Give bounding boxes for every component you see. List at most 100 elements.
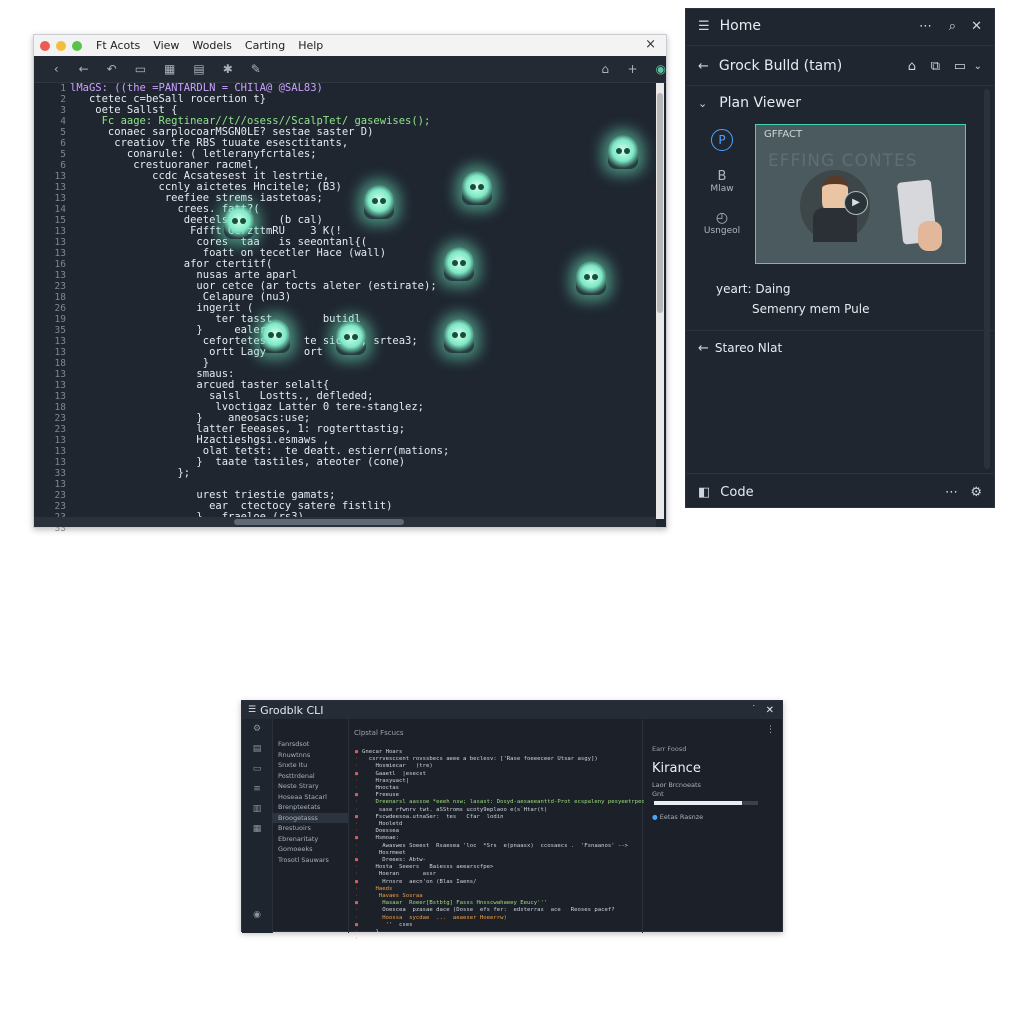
chart-icon[interactable]: ▥ (242, 799, 272, 819)
details-sub: Gnt (652, 790, 664, 798)
sidebar-item[interactable]: Rnuwtnns (272, 750, 348, 761)
back-arrow-icon[interactable]: ← (698, 341, 709, 356)
pen-icon[interactable]: ✎ (251, 62, 261, 76)
home-icon[interactable]: ⌂ (908, 59, 916, 74)
menu-icon[interactable]: ☰ (248, 705, 256, 715)
hand-illustration (918, 221, 942, 251)
grid-icon[interactable]: ▦ (164, 62, 175, 76)
sidebar-item[interactable]: Neste Strary (272, 781, 348, 792)
cli-code-line: Dreees: Abtw- (362, 857, 426, 864)
glow-sprite (260, 319, 290, 353)
sidebar-item[interactable]: Posttrdenal (272, 771, 348, 782)
cli-code-view[interactable]: Gnecar Hoars csrrvesccent rovssbecs aeee… (362, 749, 644, 936)
line-number: 13 (54, 391, 66, 402)
sidebar-item[interactable]: Fanrsdsot (272, 739, 348, 750)
details-link[interactable]: ● Eetas Rasnze (652, 813, 703, 821)
close-dot[interactable] (40, 40, 50, 51)
panel-scrollbar[interactable] (984, 89, 990, 469)
cli-code-line: } (362, 929, 379, 936)
chevron-left-icon[interactable]: ‹ (52, 62, 61, 76)
maximize-dot[interactable] (72, 40, 82, 51)
clock-icon[interactable]: ◴ (702, 210, 742, 226)
play-icon[interactable]: ▶ (844, 191, 868, 215)
line-number: 13 (54, 270, 66, 281)
sidebar-item[interactable]: Snxte Itu (272, 760, 348, 771)
grid-icon[interactable]: ▦ (242, 819, 272, 839)
globe-icon[interactable]: ◉ (656, 62, 666, 76)
bookmark-icon[interactable]: B (702, 169, 742, 184)
cli-title: Grodblk CLI (260, 703, 324, 717)
folder-icon[interactable]: ▭ (954, 59, 966, 74)
p-icon[interactable]: P (711, 129, 733, 151)
section-header[interactable]: ⌄ Plan Viewer (686, 92, 994, 114)
ellipsis-icon[interactable]: ⋯ (919, 19, 932, 34)
cli-line-number: · (354, 763, 358, 770)
side-label: Mlaw (710, 184, 734, 194)
code-panel-icon[interactable]: ◧ (698, 485, 710, 500)
close-icon[interactable]: ✕ (971, 19, 982, 34)
line-number: 13 (54, 226, 66, 237)
glow-sprite (224, 205, 254, 239)
divider (686, 85, 994, 86)
minimize-dot[interactable] (56, 40, 66, 51)
cli-line-number: ■ (354, 813, 358, 820)
menu-item-view[interactable]: View (153, 39, 179, 52)
file-icon[interactable]: ▭ (242, 759, 272, 779)
menu-item-actions[interactable]: Ft Acots (96, 39, 140, 52)
cli-code-line: Hosmiecar (tre) (362, 763, 433, 770)
back-link[interactable]: ← Stareo Nlat (686, 339, 994, 357)
chevron-down-icon[interactable]: ⌄ (698, 97, 707, 110)
search-icon[interactable]: ⌕ (949, 19, 956, 34)
cli-code-line: Fscwdeesoa.utnaSer: tes Cfar lodin (362, 813, 504, 820)
line-number: 26 (54, 303, 66, 314)
menu-item-help[interactable]: Help (298, 39, 323, 52)
settings-icon[interactable]: ⚙ (970, 485, 982, 500)
sidebar-item[interactable]: Brestuoirs (272, 823, 348, 834)
cli-code-line: Ooescea pzasae dace (Dosse efs fer: edst… (362, 907, 615, 914)
sidebar-item[interactable]: Gomoeeks (272, 844, 348, 855)
sidebar-item[interactable]: Brenpteetats (272, 802, 348, 813)
doc-icon[interactable]: ▤ (193, 62, 204, 76)
hamburger-menu-icon[interactable]: ☰ (698, 19, 710, 34)
copy-icon[interactable]: ⧉ (931, 59, 940, 74)
cli-line-number: ■ (354, 792, 358, 799)
plus-icon[interactable]: + (627, 62, 637, 76)
cli-line-number: ■ (354, 900, 358, 907)
window-close-icon[interactable]: × (645, 37, 656, 52)
divider (686, 330, 994, 331)
sidebar-item[interactable]: Broogetasss (272, 812, 348, 823)
bug-icon[interactable]: ✱ (223, 62, 233, 76)
sidebar-item[interactable]: Trosotl Sauwars (272, 855, 348, 866)
menu-bar: Ft Acots View Wodels Carting Help (96, 39, 336, 52)
cli-line-number: ■ (354, 770, 358, 777)
back-arrow-icon[interactable]: ← (698, 59, 709, 74)
code-editor[interactable]: lMaGS: ((the =PANTARDLN = CHIlA@ @SAL83)… (70, 83, 650, 523)
gear-icon[interactable]: ⚙ (242, 719, 272, 739)
vertical-scrollbar[interactable] (656, 83, 664, 519)
back-arrow-icon[interactable]: ← (79, 62, 89, 76)
section-title: Plan Viewer (719, 95, 802, 111)
scroll-thumb[interactable] (234, 519, 404, 525)
video-card[interactable]: GFFACT EFFING CONTES ▶ (755, 124, 966, 264)
ellipsis-icon[interactable]: ⋮ (766, 725, 775, 735)
cli-main-pane: Clpstal Fscucs ■ · · ■ · · ■ · · ■ · · ■ · · ■ · · ■ · · ■ · · ■… (348, 719, 644, 942)
scroll-thumb[interactable] (657, 93, 663, 313)
file-icon[interactable]: ▭ (135, 62, 146, 76)
horizontal-scrollbar[interactable] (34, 517, 656, 527)
list-icon[interactable]: ≡ (242, 779, 272, 799)
user-icon[interactable]: ◉ (242, 905, 272, 925)
menu-item-models[interactable]: Wodels (192, 39, 232, 52)
footer-label[interactable]: Code (720, 485, 753, 500)
home-icon[interactable]: ⌂ (601, 62, 610, 76)
ellipsis-icon[interactable]: ⋯ (945, 485, 958, 500)
menu-item-coding[interactable]: Carting (245, 39, 285, 52)
close-icon[interactable]: ✕ (766, 705, 774, 716)
chevron-down-icon[interactable]: ⌄ (974, 61, 982, 72)
layers-icon[interactable]: ▤ (242, 739, 272, 759)
sidebar-item[interactable]: Ebrenaritaty (272, 834, 348, 845)
line-number: 15 (54, 215, 66, 226)
minimize-icon[interactable]: ˙ (752, 705, 757, 715)
sidebar-item[interactable]: Hoseaa Stacarl (272, 792, 348, 803)
undo-icon[interactable]: ↶ (107, 62, 117, 76)
